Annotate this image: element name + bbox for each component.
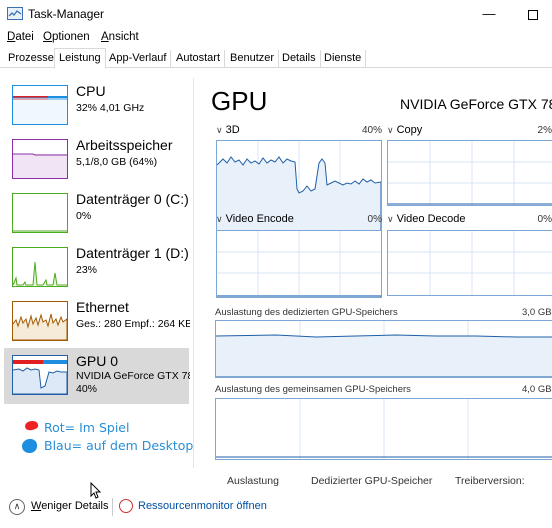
maximize-button[interactable] <box>510 0 552 28</box>
engine-video-decode-label: Video Decode <box>396 213 466 225</box>
chevron-down-icon: ∨ <box>387 214 394 224</box>
cpu-mini-graph <box>12 85 68 125</box>
disk-0-mini-graph <box>12 193 68 233</box>
gpu-0-mini-graph <box>12 355 68 395</box>
menu-datei[interactable]: Datei <box>7 31 34 43</box>
memory-mini-graph <box>12 139 68 179</box>
shared-memory-label: Auslastung des gemeinsamen GPU-Speichers <box>215 384 411 395</box>
minimize-button[interactable]: — <box>466 0 512 28</box>
engine-copy-percent: 2% <box>537 125 552 136</box>
tab-leistung[interactable]: Leistung <box>54 48 106 69</box>
shared-memory-max: 4,0 GB <box>522 384 552 395</box>
footer-bar: ∧ Weniger Details Ressourcenmonitor öffn… <box>0 490 552 528</box>
resource-monitor-link[interactable]: Ressourcenmonitor öffnen <box>138 500 267 512</box>
task-manager-icon <box>7 7 23 20</box>
sidebar-item-memory[interactable]: Arbeitsspeicher 5,1/8,0 GB (64%) <box>4 132 189 188</box>
sidebar-ethernet-value: Ges.: 280 Empf.: 264 KBit/s <box>76 318 190 330</box>
engine-video-decode-percent: 0% <box>537 214 552 225</box>
sidebar-item-cpu[interactable]: CPU 32% 4,01 GHz <box>4 78 189 134</box>
dedicated-memory-label: Auslastung des dedizierten GPU-Speichers <box>215 307 398 318</box>
engine-copy-label: Copy <box>396 124 423 136</box>
engine-video-decode-graph <box>387 230 552 296</box>
sidebar-disk-0-value: 0% <box>76 210 92 222</box>
tab-bar: Prozesse Leistung App-Verlauf Autostart … <box>0 48 552 69</box>
sidebar-ethernet-name: Ethernet <box>76 299 129 315</box>
engine-copy-graph <box>387 140 552 206</box>
chevron-down-icon: ∨ <box>216 214 223 224</box>
engine-3d-label: 3D <box>225 124 240 136</box>
sidebar-disk-0-name: Datenträger 0 (C:) <box>76 191 189 207</box>
sidebar-memory-name: Arbeitsspeicher <box>76 137 173 153</box>
disk-1-mini-graph <box>12 247 68 287</box>
sidebar-item-disk-1[interactable]: Datenträger 1 (D:) 23% <box>4 240 189 296</box>
fewer-details-link[interactable]: Weniger Details <box>31 500 108 512</box>
engine-video-decode-selector[interactable]: ∨ Video Decode <box>387 213 466 225</box>
engine-video-encode-label: Video Encode <box>225 213 294 225</box>
engine-video-encode-percent: 0% <box>367 214 382 225</box>
title-bar: Task-Manager — <box>0 0 552 28</box>
tab-app-verlauf[interactable]: App-Verlauf <box>105 50 172 68</box>
menu-ansicht[interactable]: Ansicht <box>101 31 139 43</box>
menu-optionen[interactable]: Optionen <box>43 31 90 43</box>
engine-3d-selector[interactable]: ∨ 3D <box>216 124 240 136</box>
tab-autostart[interactable]: Autostart <box>172 50 226 68</box>
window-title: Task-Manager <box>28 7 105 21</box>
sidebar-disk-1-value: 23% <box>76 264 98 276</box>
chevron-up-icon[interactable]: ∧ <box>9 499 25 515</box>
sidebar-item-ethernet[interactable]: Ethernet Ges.: 280 Empf.: 264 KBit/s <box>4 294 190 350</box>
sidebar-item-disk-0[interactable]: Datenträger 0 (C:) 0% <box>4 186 189 242</box>
annotation-blue: Blau= auf dem Desktop <box>44 438 194 453</box>
engine-video-encode-selector[interactable]: ∨ Video Encode <box>216 213 294 225</box>
sidebar-cpu-value: 32% 4,01 GHz <box>76 102 145 114</box>
shared-memory-graph <box>215 398 552 460</box>
chevron-down-icon: ∨ <box>216 125 223 135</box>
page-title: GPU <box>211 86 268 116</box>
resource-monitor-icon <box>119 499 133 513</box>
dedicated-memory-max: 3,0 GB <box>522 307 552 318</box>
sidebar-disk-1-name: Datenträger 1 (D:) <box>76 245 189 261</box>
engine-3d-percent: 40% <box>361 125 382 136</box>
engine-copy-selector[interactable]: ∨ Copy <box>387 124 422 136</box>
sidebar-gpu-0-name: GPU 0 <box>76 353 119 369</box>
annotation-red: Rot= Im Spiel <box>44 420 130 435</box>
sidebar-cpu-name: CPU <box>76 83 106 99</box>
tab-prozesse[interactable]: Prozesse <box>4 50 59 68</box>
sidebar-gpu-0-value: 40% <box>76 383 98 395</box>
tab-benutzer[interactable]: Benutzer <box>226 50 280 68</box>
performance-sidebar: CPU 32% 4,01 GHz Arbeitsspeicher 5,1/8,0… <box>0 78 194 468</box>
blue-marker <box>22 439 37 453</box>
stat-driver-version-label: Treiberversion: <box>455 475 525 487</box>
footer-divider <box>112 498 113 516</box>
sidebar-item-gpu-0[interactable]: GPU 0 NVIDIA GeForce GTX 780 40% <box>4 348 190 404</box>
tab-dienste[interactable]: Dienste <box>320 50 367 68</box>
gpu-model-name: NVIDIA GeForce GTX 780 <box>400 96 552 112</box>
menu-bar: Datei Optionen Ansicht <box>0 28 552 48</box>
dedicated-memory-graph <box>215 320 552 378</box>
ethernet-mini-graph <box>12 301 68 341</box>
tab-details[interactable]: Details <box>278 50 321 68</box>
stat-dedicated-memory-label: Dedizierter GPU-Speicher <box>311 475 433 487</box>
mouse-cursor-icon <box>90 482 102 499</box>
maximize-icon <box>528 9 538 20</box>
chevron-down-icon: ∨ <box>387 125 394 135</box>
sidebar-memory-value: 5,1/8,0 GB (64%) <box>76 156 158 168</box>
engine-video-encode-graph <box>216 230 382 296</box>
sidebar-gpu-0-model: NVIDIA GeForce GTX 780 <box>76 370 190 382</box>
stat-utilization-label: Auslastung <box>227 475 279 487</box>
